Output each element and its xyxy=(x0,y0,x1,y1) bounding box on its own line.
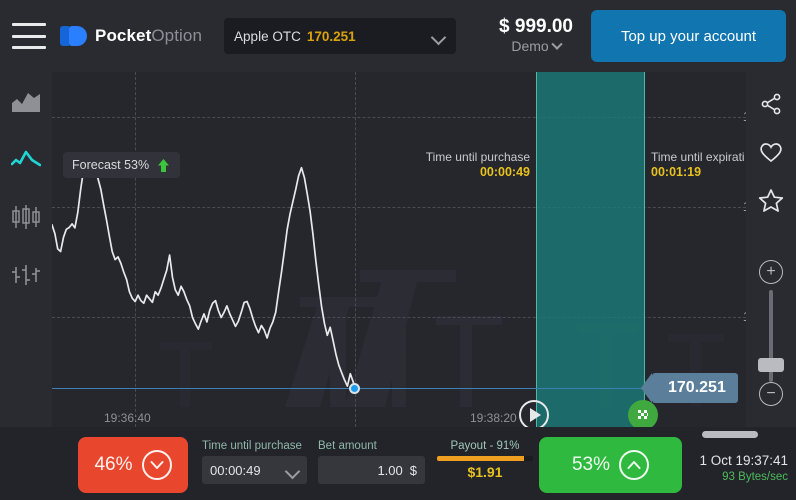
bet-amount-value: 1.00 xyxy=(377,462,403,478)
line-chart-icon xyxy=(11,150,41,167)
share-glyph xyxy=(761,93,781,115)
chart-type-bar-icon[interactable] xyxy=(0,246,52,304)
chart-area[interactable]: 170.251 170.800 170.600 170.400 Forecast… xyxy=(0,72,796,427)
current-price-dot xyxy=(349,383,360,394)
brand-primary: Pocket xyxy=(95,26,152,45)
brand-name: PocketOption xyxy=(95,26,202,46)
put-down-button[interactable]: 46% xyxy=(78,437,188,493)
bet-amount-currency: $ xyxy=(409,462,417,478)
account-type[interactable]: Demo xyxy=(511,37,563,54)
share-icon[interactable] xyxy=(746,80,796,128)
put-percent: 46% xyxy=(94,454,133,475)
area-chart-icon xyxy=(12,93,40,112)
x-axis-tick: 19:36:40 xyxy=(104,411,151,425)
balance-block[interactable]: $ 999.00 Demo xyxy=(499,15,573,55)
server-time: 1 Oct 19:37:41 xyxy=(699,453,788,468)
bet-amount-label: Bet amount xyxy=(318,440,377,452)
payout-label: Payout - 91% xyxy=(450,440,520,452)
chevron-down-glyph xyxy=(150,461,164,469)
checkered-flag-icon[interactable] xyxy=(628,400,658,430)
asset-name: Apple OTC xyxy=(234,28,301,44)
chevron-up-circle-icon xyxy=(619,450,650,480)
account-type-label: Demo xyxy=(511,37,549,54)
forecast-label: Forecast 53% xyxy=(72,158,150,172)
star-icon[interactable] xyxy=(746,176,796,224)
call-percent: 53% xyxy=(571,454,611,475)
zoom-slider-handle[interactable] xyxy=(758,358,784,372)
expiry-time-input[interactable]: 00:00:49 xyxy=(202,456,307,484)
asset-selector[interactable]: Apple OTC 170.251 xyxy=(224,18,457,54)
chevron-down-circle-icon xyxy=(141,450,172,480)
bar-chart-icon xyxy=(12,265,40,285)
chart-zoom-control[interactable]: + − xyxy=(746,260,796,420)
hamburger-icon[interactable] xyxy=(12,23,46,49)
x-axis-tick: 19:38:20 xyxy=(470,411,517,425)
brand-logo: PocketOption xyxy=(60,26,202,46)
payout-amount: $1.91 xyxy=(467,464,503,480)
chart-type-area-icon[interactable] xyxy=(0,72,52,130)
purchase-timer-label: Time until purchase xyxy=(425,150,530,164)
current-price-tag: 170.251 xyxy=(641,373,738,403)
chevron-down-icon xyxy=(433,32,446,40)
server-clock: 1 Oct 19:37:41 93 Bytes/sec xyxy=(699,452,788,484)
arrow-up-icon xyxy=(158,158,170,172)
bet-amount-field: Bet amount 1.00 $ xyxy=(318,440,425,484)
chart-type-toolbar xyxy=(0,72,52,427)
bet-amount-input[interactable]: 1.00 $ xyxy=(318,456,425,484)
expiry-time-value: 00:00:49 xyxy=(210,462,261,478)
top-up-button[interactable]: Top up your account xyxy=(591,10,786,62)
zoom-in-button[interactable]: + xyxy=(759,260,783,284)
flag-glyph xyxy=(638,410,648,419)
purchase-timer: Time until purchase 00:00:49 xyxy=(410,150,530,181)
expiration-timer: Time until expirati 00:01:19 xyxy=(651,150,745,181)
heart-icon[interactable] xyxy=(746,128,796,176)
pocket-option-logo-icon xyxy=(60,26,88,46)
connection-speed: 93 Bytes/sec xyxy=(722,470,788,483)
chevron-down-icon xyxy=(551,38,563,50)
chart-type-candlestick-icon[interactable] xyxy=(0,188,52,246)
balance-amount: $ 999.00 xyxy=(499,15,573,37)
forecast-badge[interactable]: Forecast 53% xyxy=(63,152,181,178)
chevron-up-glyph xyxy=(627,461,641,469)
chevron-down-icon xyxy=(287,466,299,474)
payout-block: Payout - 91% $1.91 xyxy=(437,440,533,480)
call-up-button[interactable]: 53% xyxy=(539,437,682,493)
chart-actions-toolbar: + − xyxy=(746,72,796,427)
app-header: PocketOption Apple OTC 170.251 $ 999.00 … xyxy=(0,0,796,72)
expiration-timer-label: Time until expirati xyxy=(651,150,745,164)
heart-glyph xyxy=(760,143,782,163)
expiry-time-label: Time until purchase xyxy=(202,440,302,452)
zoom-out-button[interactable]: − xyxy=(759,382,783,406)
expiration-timer-value: 00:01:19 xyxy=(651,165,702,179)
chart-type-line-icon[interactable] xyxy=(0,130,52,188)
chart-horizontal-scrollbar[interactable] xyxy=(702,431,758,438)
payout-progress-bar xyxy=(437,456,533,461)
star-glyph xyxy=(758,188,784,212)
trading-app: PocketOption Apple OTC 170.251 $ 999.00 … xyxy=(0,0,796,500)
purchase-timer-value: 00:00:49 xyxy=(479,165,530,179)
play-icon[interactable] xyxy=(519,400,549,430)
asset-price: 170.251 xyxy=(306,28,356,44)
expiry-time-field: Time until purchase 00:00:49 xyxy=(202,440,307,484)
candlestick-chart-icon xyxy=(12,205,40,229)
brand-secondary: Option xyxy=(151,26,203,45)
